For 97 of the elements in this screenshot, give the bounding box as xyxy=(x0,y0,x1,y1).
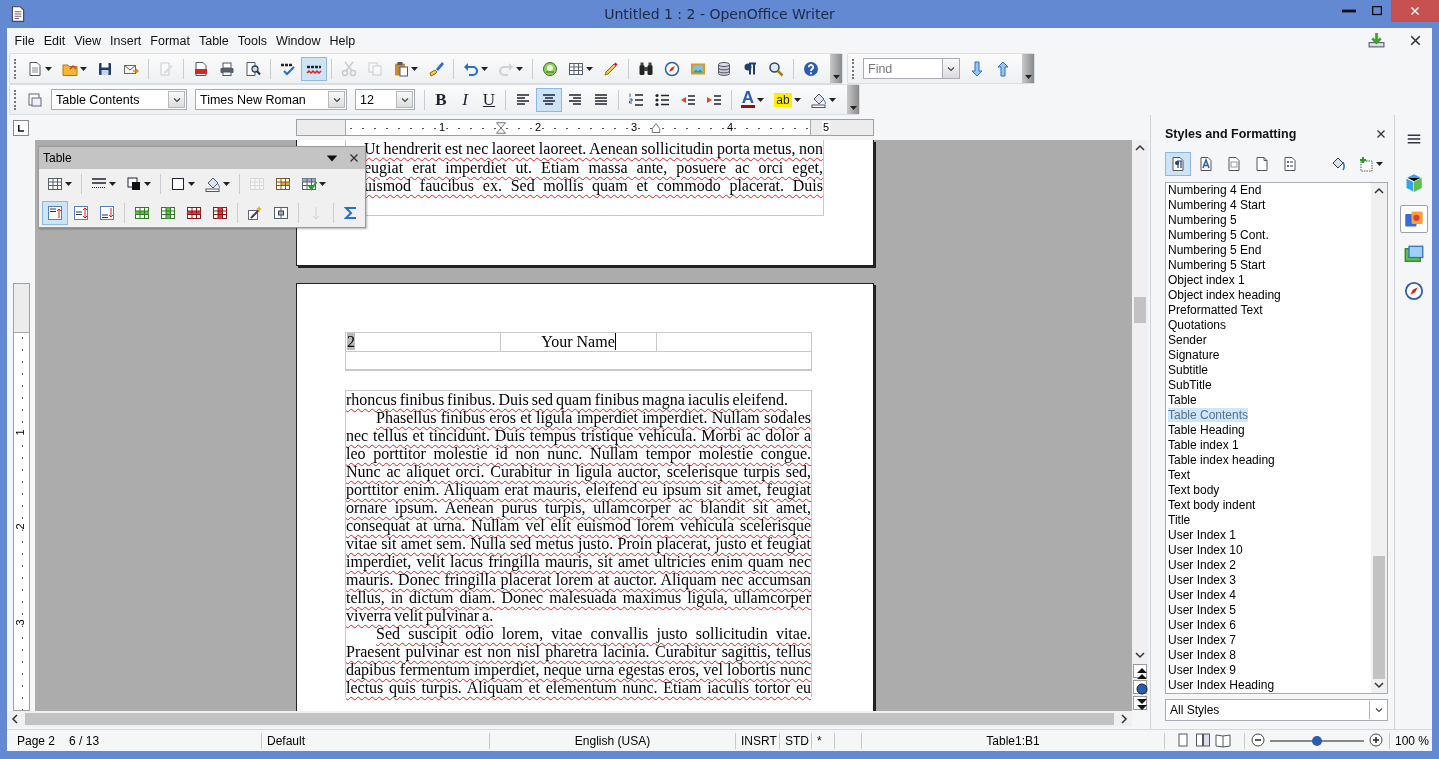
text-line: porttitor enim. Aliquam erat mauris, eleifend eu ipsum sit amet, feugiat xyxy=(346,481,811,499)
author-name: Your Name xyxy=(541,333,616,350)
menu-item[interactable]: Insert xyxy=(105,31,146,50)
menu-item[interactable]: View xyxy=(69,31,106,50)
modified-indicator: * xyxy=(812,733,835,749)
text-line: uismod faucibus ex. Sed mollis quam et commodo placerat. Duis xyxy=(364,177,823,196)
text-line: consequat at urna. Nullam vel elit euismod lorem vehicula scelerisque xyxy=(346,517,811,535)
text-line: rhoncus finibus finibus. Duis sed quam finibus magna iaculis eleifend. xyxy=(346,391,790,409)
text-line: nec tellus et tincidunt. Duis tempus tristique vehicula. Morbi ac dolor a xyxy=(346,427,811,445)
text-line: viverra velit pulvinar a. xyxy=(346,607,495,625)
style-list-item[interactable]: Table Contents xyxy=(1166,408,1371,423)
text-line: imperdiet, velit lacus fringilla mauris, sit amet ultricies enim quam nec xyxy=(346,553,811,571)
font-size-field[interactable]: 12 xyxy=(355,89,415,110)
style-list-item[interactable]: User Index 3 xyxy=(1166,573,1371,588)
highlight-button[interactable]: ab xyxy=(769,87,806,112)
ruler-number: 1 xyxy=(437,121,447,133)
text-line: Phasellus finibus eros et ligula imperdiet imperdiet. Nullam sodales xyxy=(375,409,811,427)
style-list-item[interactable]: Table index 1 xyxy=(1166,438,1371,453)
text-line: lectus quis turpis. Aliquam et elementum nunc. Etiam iaculis tortor eu xyxy=(346,679,811,697)
page-number: 2 xyxy=(347,333,355,350)
toolbar-title: Table xyxy=(43,151,73,165)
ruler-number: 5 xyxy=(821,121,831,133)
ruler-number: 2 xyxy=(14,523,26,530)
font-color-button[interactable]: A xyxy=(736,87,769,112)
zoom-percentage: 100 % xyxy=(1394,733,1431,749)
italic-button[interactable]: I xyxy=(453,87,477,112)
style-list-item[interactable]: User Index 4 xyxy=(1166,588,1371,603)
page-style: Default xyxy=(262,733,490,749)
find-field[interactable]: Find xyxy=(863,58,943,79)
style-list-item[interactable]: Signature xyxy=(1166,348,1371,363)
style-list-item[interactable]: User Index 7 xyxy=(1166,633,1371,648)
style-list-item[interactable]: User Index 6 xyxy=(1166,618,1371,633)
style-list-item[interactable]: User Index 5 xyxy=(1166,603,1371,618)
style-list-item[interactable]: Preformatted Text xyxy=(1166,303,1371,318)
style-list-item[interactable]: Table Heading xyxy=(1166,423,1371,438)
window-title: Untitled 1 : 2 - OpenOffice Writer xyxy=(604,6,835,22)
menu-item[interactable]: Edit xyxy=(39,31,70,50)
ruler-number: 3 xyxy=(629,121,639,133)
style-list-item[interactable]: Subtitle xyxy=(1166,363,1371,378)
text-line: ornare ipsum. Aenean purus turpis, ullamcorper ac blandit sit amet, xyxy=(346,499,811,517)
ruler-number: 2 xyxy=(533,121,543,133)
text-line: dapibus fermentum imperdiet, neque urna egestas eros, vel lobortis nunc xyxy=(346,661,811,679)
text-line: leo porttitor molestie id non nunc. Nullam tempor molestie congue. xyxy=(346,445,811,463)
text-line: Praesent pulvinar est non nisl pharetra lacinia. Curabitur sagittis, tellus xyxy=(346,643,811,661)
style-list-item[interactable]: Numbering 5 Start xyxy=(1166,258,1371,273)
style-list-item[interactable]: User Index 8 xyxy=(1166,648,1371,663)
ruler-number: 1 xyxy=(14,429,26,436)
text-line: mauris. Donec fringilla placerat lorem at auctor. Aliquam nec accumsan xyxy=(346,571,811,589)
style-list-item[interactable]: Quotations xyxy=(1166,318,1371,333)
text-line: Nunc ac aliquet orci. Curabitur in ligula auctor, scelerisque turpis sed, xyxy=(346,463,811,481)
style-list-item[interactable]: Numbering 4 End xyxy=(1166,183,1371,198)
menu-item[interactable]: Table xyxy=(194,31,234,50)
style-list-item[interactable]: User Index 1 xyxy=(1166,528,1371,543)
text-line: Sed suscipit odio lorem, vitae convallis justo sollicitudin vitae. xyxy=(375,625,811,643)
style-list-item[interactable]: Numbering 5 End xyxy=(1166,243,1371,258)
text-line: eugiat erat imperdiet ut. Etiam massa ante, posuere ac orci eget, xyxy=(364,158,823,177)
bold-button[interactable]: B xyxy=(429,87,453,112)
style-list-item[interactable]: Text xyxy=(1166,468,1371,483)
vertical-ruler[interactable]: 1 2 3 xyxy=(12,283,30,711)
style-list-item[interactable]: User Index Heading xyxy=(1166,678,1371,693)
page-count: 6 / 13 xyxy=(69,734,100,748)
style-list-item[interactable]: Object index heading xyxy=(1166,288,1371,303)
text-line: Ut hendrerit est nec laoreet laoreet. Aenean sollicitudin porta metus, non xyxy=(364,140,823,159)
style-list-item[interactable]: User Index 10 xyxy=(1166,543,1371,558)
style-list-item[interactable]: Table index heading xyxy=(1166,453,1371,468)
style-list-item[interactable]: User Index 2 xyxy=(1166,558,1371,573)
menu-item[interactable]: Tools xyxy=(233,31,272,50)
ruler-number: 4 xyxy=(725,121,735,133)
style-list-item[interactable]: User Index 9 xyxy=(1166,663,1371,678)
style-list-item[interactable]: Text body indent xyxy=(1166,498,1371,513)
paragraph-style-field[interactable]: Table Contents xyxy=(51,89,187,110)
font-name-field[interactable]: Times New Roman xyxy=(195,89,347,110)
ruler-number: 3 xyxy=(14,619,26,626)
style-list-item[interactable]: Sender xyxy=(1166,333,1371,348)
style-list-item[interactable]: Table xyxy=(1166,393,1371,408)
style-list-item[interactable]: Text body xyxy=(1166,483,1371,498)
menu-item[interactable]: Format xyxy=(145,31,195,50)
text-line: tellus, in dictum diam. Donec malesuada maximus ligula, ullamcorper xyxy=(346,589,811,607)
insert-mode: INSRT xyxy=(736,733,780,749)
cell-reference: Table1:B1 xyxy=(862,733,1165,749)
style-list-item[interactable]: Title xyxy=(1166,513,1371,528)
style-list-item[interactable]: SubTitle xyxy=(1166,378,1371,393)
style-list-item[interactable]: Object index 1 xyxy=(1166,273,1371,288)
horizontal-ruler[interactable]: 1 2 3 4 5 xyxy=(296,119,874,136)
language: English (USA) xyxy=(490,733,736,749)
menu-item[interactable]: Window xyxy=(271,31,325,50)
style-list-item[interactable]: Numbering 5 xyxy=(1166,213,1371,228)
menu-item[interactable]: Help xyxy=(325,31,360,50)
menu-item[interactable]: File xyxy=(10,31,40,50)
style-list-item[interactable]: Numbering 4 Start xyxy=(1166,198,1371,213)
underline-button[interactable]: U xyxy=(477,87,501,112)
selection-mode: STD xyxy=(780,733,812,749)
panel-title: Styles and Formatting xyxy=(1165,127,1297,141)
style-filter-dropdown[interactable]: All Styles xyxy=(1165,699,1388,721)
page-indicator: Page 2 xyxy=(17,734,56,748)
text-line: vitae sit amet sem. Nulla sed metus justo. Proin placerat, justo et feugiat xyxy=(346,535,811,553)
style-list-item[interactable]: Numbering 5 Cont. xyxy=(1166,228,1371,243)
